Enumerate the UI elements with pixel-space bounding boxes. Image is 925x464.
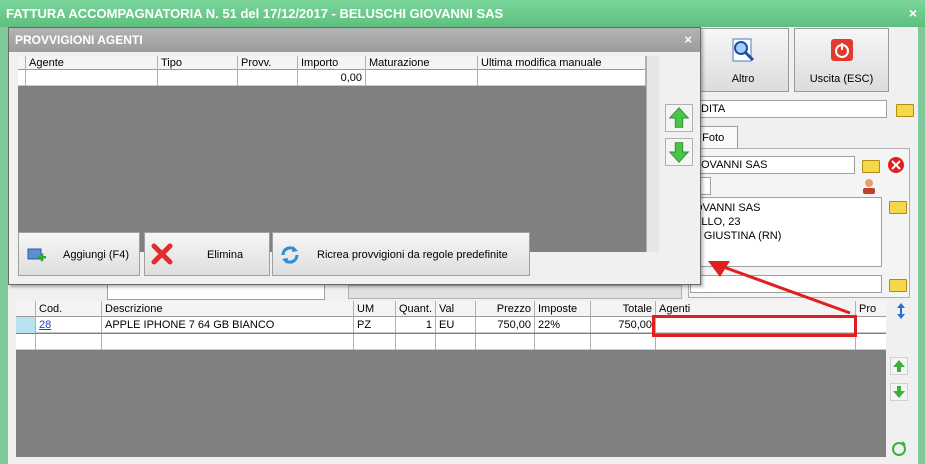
- row-ultima-modifica[interactable]: [478, 70, 646, 86]
- vertical-scrollbar[interactable]: [646, 56, 659, 252]
- row-agente[interactable]: [26, 70, 158, 86]
- row-um: PZ: [354, 317, 396, 333]
- aggiungi-label: Aggiungi (F4): [63, 249, 130, 261]
- header-descrizione[interactable]: Descrizione: [102, 301, 354, 317]
- header-um[interactable]: UM: [354, 301, 396, 317]
- dialog-title-bar: PROVVIGIONI AGENTI ×: [9, 28, 700, 52]
- row-val: EU: [436, 317, 476, 333]
- row-cell[interactable]: [476, 334, 535, 350]
- header-imposte[interactable]: Imposte: [535, 301, 591, 317]
- header-prezzo[interactable]: Prezzo: [476, 301, 535, 317]
- altro-button[interactable]: Altro: [697, 28, 789, 92]
- header-tipo[interactable]: Tipo: [158, 56, 238, 70]
- ricrea-label: Ricrea provvigioni da regole predefinite: [317, 249, 508, 261]
- address-line: A GIUSTINA (RN): [694, 230, 782, 242]
- cliente-field[interactable]: OVANNI SAS: [697, 156, 855, 174]
- refresh-icon[interactable]: [890, 440, 908, 458]
- row-selector[interactable]: [18, 70, 26, 86]
- row-provv[interactable]: [238, 70, 298, 86]
- address-line: ALLO, 23: [694, 216, 741, 228]
- lower-bar: [348, 285, 682, 299]
- add-row-icon: [27, 248, 46, 262]
- window-close-button[interactable]: ×: [909, 0, 917, 27]
- row-cell[interactable]: [354, 334, 396, 350]
- header-val[interactable]: Val: [436, 301, 476, 317]
- folder-icon[interactable]: [887, 275, 907, 293]
- ricrea-button[interactable]: Ricrea provvigioni da regole predefinite: [272, 232, 530, 276]
- row-tipo[interactable]: [158, 70, 238, 86]
- row-quant: 1: [396, 317, 436, 333]
- scroll-arrows-icon[interactable]: [892, 302, 910, 320]
- folder-icon[interactable]: [894, 100, 914, 118]
- row-cell[interactable]: [36, 334, 102, 350]
- move-down-button[interactable]: [665, 138, 693, 166]
- power-icon: [830, 39, 853, 61]
- header-selector: [16, 301, 36, 317]
- header-selector: [18, 56, 26, 70]
- arrow-down-icon: [668, 142, 690, 163]
- row-cell[interactable]: [396, 334, 436, 350]
- uscita-label: Uscita (ESC): [809, 73, 874, 85]
- move-down-icon[interactable]: [890, 383, 908, 401]
- annotation-arrow: [708, 261, 851, 315]
- row-prezzo: 750,00: [476, 317, 535, 333]
- window-title-bar: FATTURA ACCOMPAGNATORIA N. 51 del 17/12/…: [0, 0, 925, 27]
- row-cell[interactable]: [535, 334, 591, 350]
- pagamento-field[interactable]: DITA: [697, 100, 887, 118]
- aggiungi-button[interactable]: Aggiungi (F4): [18, 232, 140, 276]
- provvigioni-grid-header: Agente Tipo Provv. Importo Maturazione U…: [18, 56, 659, 70]
- elimina-button[interactable]: Elimina: [144, 232, 270, 276]
- uscita-button[interactable]: Uscita (ESC): [794, 28, 889, 92]
- delete-icon[interactable]: [887, 156, 905, 174]
- elimina-label: Elimina: [207, 249, 244, 261]
- header-agente[interactable]: Agente: [26, 56, 158, 70]
- row-descrizione: APPLE IPHONE 7 64 GB BIANCO: [102, 317, 354, 333]
- header-quant[interactable]: Quant.: [396, 301, 436, 317]
- header-provv[interactable]: Provv.: [238, 56, 298, 70]
- header-ultima-modifica[interactable]: Ultima modifica manuale: [478, 56, 646, 70]
- header-importo[interactable]: Importo: [298, 56, 366, 70]
- row-totale: 750,00: [591, 317, 656, 333]
- window-title: FATTURA ACCOMPAGNATORIA N. 51 del 17/12/…: [6, 6, 504, 21]
- header-totale[interactable]: Totale: [591, 301, 656, 317]
- row-importo[interactable]: 0,00: [298, 70, 366, 86]
- move-up-icon[interactable]: [890, 357, 908, 375]
- provvigioni-grid: Agente Tipo Provv. Importo Maturazione U…: [18, 56, 659, 252]
- move-up-button[interactable]: [665, 104, 693, 132]
- row-maturazione[interactable]: [366, 70, 478, 86]
- header-maturazione[interactable]: Maturazione: [366, 56, 478, 70]
- search-icon: [732, 38, 755, 62]
- row-selector[interactable]: [16, 317, 36, 333]
- row-imposte: 22%: [535, 317, 591, 333]
- delete-x-icon: [151, 243, 173, 265]
- dialog-title: PROVVIGIONI AGENTI: [15, 33, 143, 47]
- dialog-close-button[interactable]: ×: [684, 28, 692, 52]
- address-line: OVANNI SAS: [694, 202, 761, 214]
- row-cod-link[interactable]: 28: [36, 317, 102, 333]
- arrow-up-icon: [668, 107, 690, 128]
- refresh-arrows-icon: [281, 246, 299, 264]
- altro-label: Altro: [731, 73, 755, 85]
- provvigioni-agenti-dialog: PROVVIGIONI AGENTI × Agente Tipo Provv. …: [8, 27, 701, 285]
- row-cell[interactable]: [436, 334, 476, 350]
- row-cell[interactable]: [102, 334, 354, 350]
- user-icon[interactable]: [860, 177, 878, 195]
- folder-icon[interactable]: [887, 197, 907, 215]
- header-cod[interactable]: Cod.: [36, 301, 102, 317]
- folder-icon[interactable]: [860, 156, 880, 174]
- row-cell[interactable]: [591, 334, 656, 350]
- row-selector[interactable]: [16, 334, 36, 350]
- table-row[interactable]: 0,00: [18, 70, 659, 86]
